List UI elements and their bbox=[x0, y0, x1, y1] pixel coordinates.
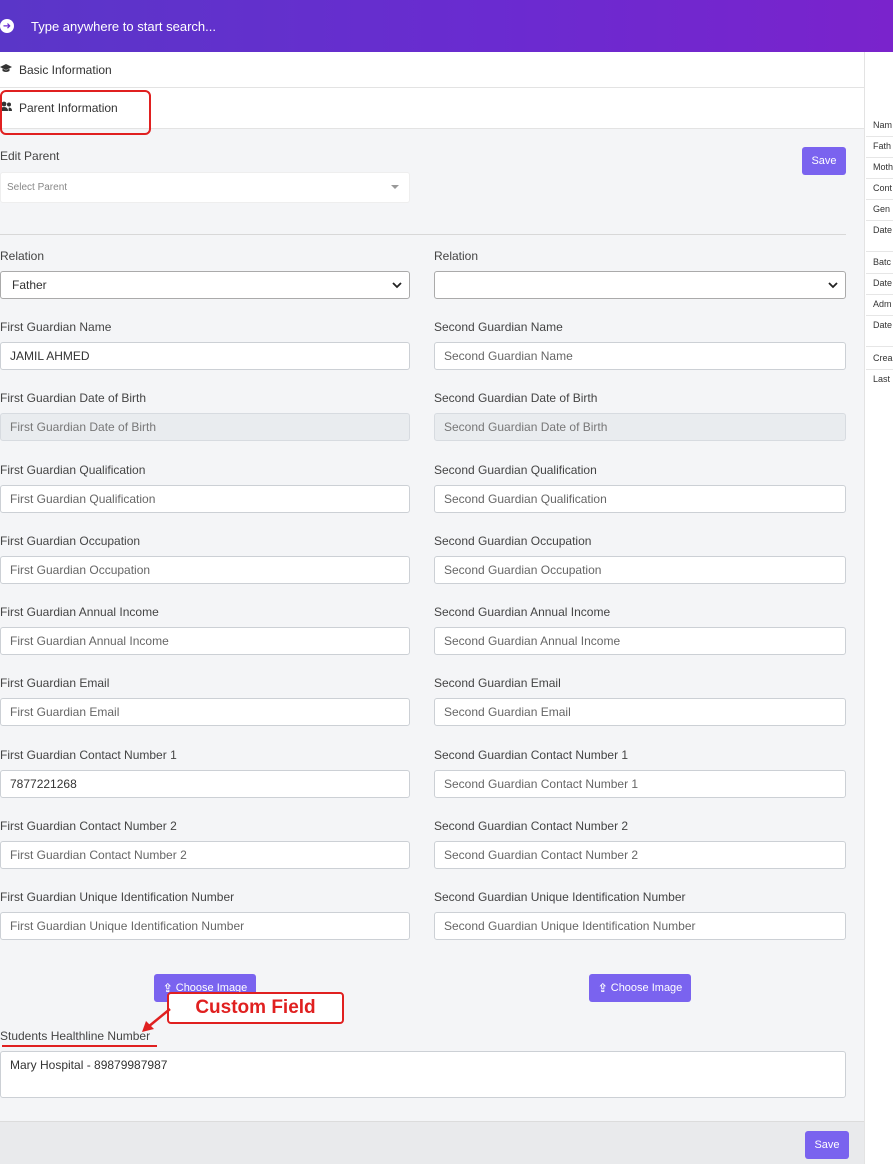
section-divider bbox=[0, 234, 846, 235]
choose-image-label: Choose Image bbox=[610, 982, 683, 994]
first-guardian-qualification-input[interactable]: First Guardian Qualification bbox=[0, 485, 410, 513]
first-guardian-uid-input[interactable]: First Guardian Unique Identification Num… bbox=[0, 912, 410, 940]
chevron-down-icon bbox=[827, 272, 839, 307]
summary-item: Cont bbox=[873, 183, 893, 193]
first-guardian-name-input[interactable]: JAMIL AHMED bbox=[0, 342, 410, 370]
summary-item: Gen bbox=[873, 204, 891, 214]
second-guardian-contact1-label: Second Guardian Contact Number 1 bbox=[434, 748, 629, 762]
search-placeholder[interactable]: Type anywhere to start search... bbox=[31, 19, 216, 34]
second-guardian-email-label: Second Guardian Email bbox=[434, 676, 561, 690]
first-guardian-contact2-input[interactable]: First Guardian Contact Number 2 bbox=[0, 841, 410, 869]
form-footer bbox=[0, 1121, 864, 1164]
second-guardian-income-label: Second Guardian Annual Income bbox=[434, 605, 611, 619]
summary-item: Date bbox=[873, 225, 893, 235]
arrow-circle-right-icon: ➜ bbox=[0, 19, 14, 33]
first-guardian-email-input[interactable]: First Guardian Email bbox=[0, 698, 410, 726]
second-guardian-name-label: Second Guardian Name bbox=[434, 320, 563, 334]
second-guardian-choose-image-button[interactable]: ⇪ Choose Image bbox=[589, 974, 691, 1002]
second-guardian-dob-label: Second Guardian Date of Birth bbox=[434, 391, 598, 405]
first-guardian-contact2-label: First Guardian Contact Number 2 bbox=[0, 819, 177, 833]
caret-down-icon bbox=[391, 185, 399, 189]
second-guardian-uid-label: Second Guardian Unique Identification Nu… bbox=[434, 890, 686, 904]
second-guardian-uid-input[interactable]: Second Guardian Unique Identification Nu… bbox=[434, 912, 846, 940]
summary-item: Moth bbox=[873, 162, 893, 172]
select-parent-dropdown[interactable]: Select Parent bbox=[0, 172, 410, 203]
edit-parent-label: Edit Parent bbox=[0, 149, 60, 163]
custom-field-label: Students Healthline Number bbox=[0, 1029, 151, 1043]
summary-item: Crea bbox=[873, 353, 893, 363]
second-guardian-income-input[interactable]: Second Guardian Annual Income bbox=[434, 627, 846, 655]
first-relation-select[interactable]: Father bbox=[0, 271, 410, 299]
first-guardian-email-label: First Guardian Email bbox=[0, 676, 110, 690]
right-summary-panel: Nam Fath Moth Cont Gen Date Batc Date Ad… bbox=[864, 52, 893, 1164]
second-relation-select[interactable] bbox=[434, 271, 846, 299]
first-guardian-occupation-input[interactable]: First Guardian Occupation bbox=[0, 556, 410, 584]
tab-basic-information-label: Basic Information bbox=[19, 62, 112, 77]
second-guardian-contact1-input[interactable]: Second Guardian Contact Number 1 bbox=[434, 770, 846, 798]
first-relation-label: Relation bbox=[0, 249, 45, 263]
tab-basic-information[interactable]: Basic Information bbox=[0, 52, 864, 88]
second-guardian-dob-input[interactable]: Second Guardian Date of Birth bbox=[434, 413, 846, 441]
second-guardian-qualification-input[interactable]: Second Guardian Qualification bbox=[434, 485, 846, 513]
second-guardian-occupation-label: Second Guardian Occupation bbox=[434, 534, 592, 548]
second-guardian-contact2-label: Second Guardian Contact Number 2 bbox=[434, 819, 629, 833]
second-guardian-name-input[interactable]: Second Guardian Name bbox=[434, 342, 846, 370]
first-guardian-contact1-input[interactable]: 7877221268 bbox=[0, 770, 410, 798]
custom-field-underline-annotation bbox=[2, 1045, 157, 1047]
top-search-bar[interactable]: ➜ Type anywhere to start search... bbox=[0, 0, 893, 52]
chevron-down-icon bbox=[391, 272, 403, 307]
first-guardian-occupation-label: First Guardian Occupation bbox=[0, 534, 141, 548]
second-guardian-qualification-label: Second Guardian Qualification bbox=[434, 463, 597, 477]
summary-item: Last bbox=[873, 374, 891, 384]
save-button-top[interactable]: Save bbox=[802, 147, 846, 175]
first-guardian-income-input[interactable]: First Guardian Annual Income bbox=[0, 627, 410, 655]
first-guardian-name-label: First Guardian Name bbox=[0, 320, 112, 334]
second-relation-label: Relation bbox=[434, 249, 479, 263]
summary-item: Fath bbox=[873, 141, 892, 151]
first-guardian-dob-label: First Guardian Date of Birth bbox=[0, 391, 147, 405]
upload-icon: ⇪ bbox=[597, 981, 608, 995]
summary-item: Adm bbox=[873, 299, 892, 309]
custom-field-annotation: Custom Field bbox=[167, 992, 344, 1024]
students-healthline-number-textarea[interactable]: Mary Hospital - 89879987987 bbox=[0, 1051, 846, 1098]
second-guardian-occupation-input[interactable]: Second Guardian Occupation bbox=[434, 556, 846, 584]
first-guardian-contact1-label: First Guardian Contact Number 1 bbox=[0, 748, 177, 762]
tab-highlight-annotation bbox=[0, 90, 151, 135]
first-guardian-uid-label: First Guardian Unique Identification Num… bbox=[0, 890, 235, 904]
second-guardian-contact2-input[interactable]: Second Guardian Contact Number 2 bbox=[434, 841, 846, 869]
summary-item: Nam bbox=[873, 120, 893, 130]
second-guardian-email-input[interactable]: Second Guardian Email bbox=[434, 698, 846, 726]
summary-item: Batc bbox=[873, 257, 892, 267]
select-parent-placeholder: Select Parent bbox=[7, 182, 68, 193]
first-guardian-qualification-label: First Guardian Qualification bbox=[0, 463, 146, 477]
summary-item: Date bbox=[873, 320, 893, 330]
first-guardian-income-label: First Guardian Annual Income bbox=[0, 605, 159, 619]
first-guardian-dob-input[interactable]: First Guardian Date of Birth bbox=[0, 413, 410, 441]
save-button-bottom[interactable]: Save bbox=[805, 1131, 849, 1159]
first-relation-value: Father bbox=[12, 278, 47, 292]
summary-item: Date bbox=[873, 278, 893, 288]
graduation-cap-icon bbox=[0, 63, 14, 77]
